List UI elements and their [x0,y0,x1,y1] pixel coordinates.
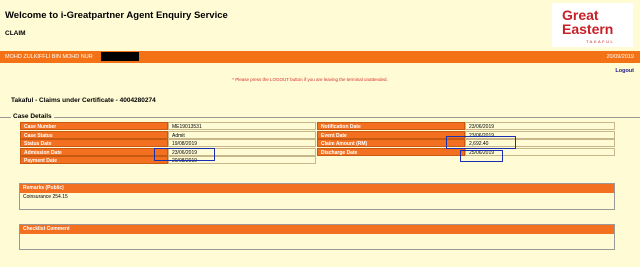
case-details-legend: Case Details [11,113,54,120]
admission-date-highlight [154,148,215,161]
discharge-date-label: Discharge Date [317,147,465,156]
redaction-block [101,52,139,61]
discharge-date-highlight [460,150,503,162]
remarks-text: Coinsurance 254.15 [23,194,68,200]
remarks-panel: Remarks (Public) Coinsurance 254.15 [19,183,615,210]
notification-date-value: 23/06/2019 [465,122,615,130]
certificate-title: Takaful - Claims under Certificate - 400… [11,97,156,104]
status-date-value: 19/08/2019 [168,139,316,147]
claim-amount-highlight [446,136,516,149]
fieldset-border [0,117,640,118]
checklist-title: Checklist Comment [20,225,614,234]
user-bar: MOHD ZULKIFFLI BIN MOHD NUR 20/09/2019 [0,51,640,63]
claim-amount-label: Claim Amount (RM) [317,139,465,147]
logo-text-eastern: Eastern [562,21,614,37]
header: Welcome to i-Greatpartner Agent Enquiry … [0,0,640,50]
payment-date-label: Payment Date [20,156,168,164]
case-status-label: Case Status [20,130,168,139]
notification-date-label: Notification Date [317,122,465,130]
great-eastern-logo: Great Eastern TAKAFUL [552,3,633,47]
case-number-value: ME19013531 [168,122,316,130]
admission-date-label: Admission Date [20,147,168,156]
status-date-label: Status Date [20,139,168,147]
page-title: Welcome to i-Greatpartner Agent Enquiry … [5,10,228,21]
user-name: MOHD ZULKIFFLI BIN MOHD NUR [5,54,93,60]
current-date: 20/09/2019 [606,54,634,60]
section-label: CLAIM [5,30,26,37]
case-number-label: Case Number [20,122,168,130]
logo-text-takaful: TAKAFUL [586,39,615,44]
remarks-title: Remarks (Public) [20,184,614,193]
case-status-value: Admit [168,130,316,139]
logout-warning: * Please press the LOGOUT button if you … [232,77,388,82]
logout-link[interactable]: Logout [615,68,634,74]
checklist-panel: Checklist Comment [19,224,615,250]
event-date-label: Event Date [317,130,465,139]
